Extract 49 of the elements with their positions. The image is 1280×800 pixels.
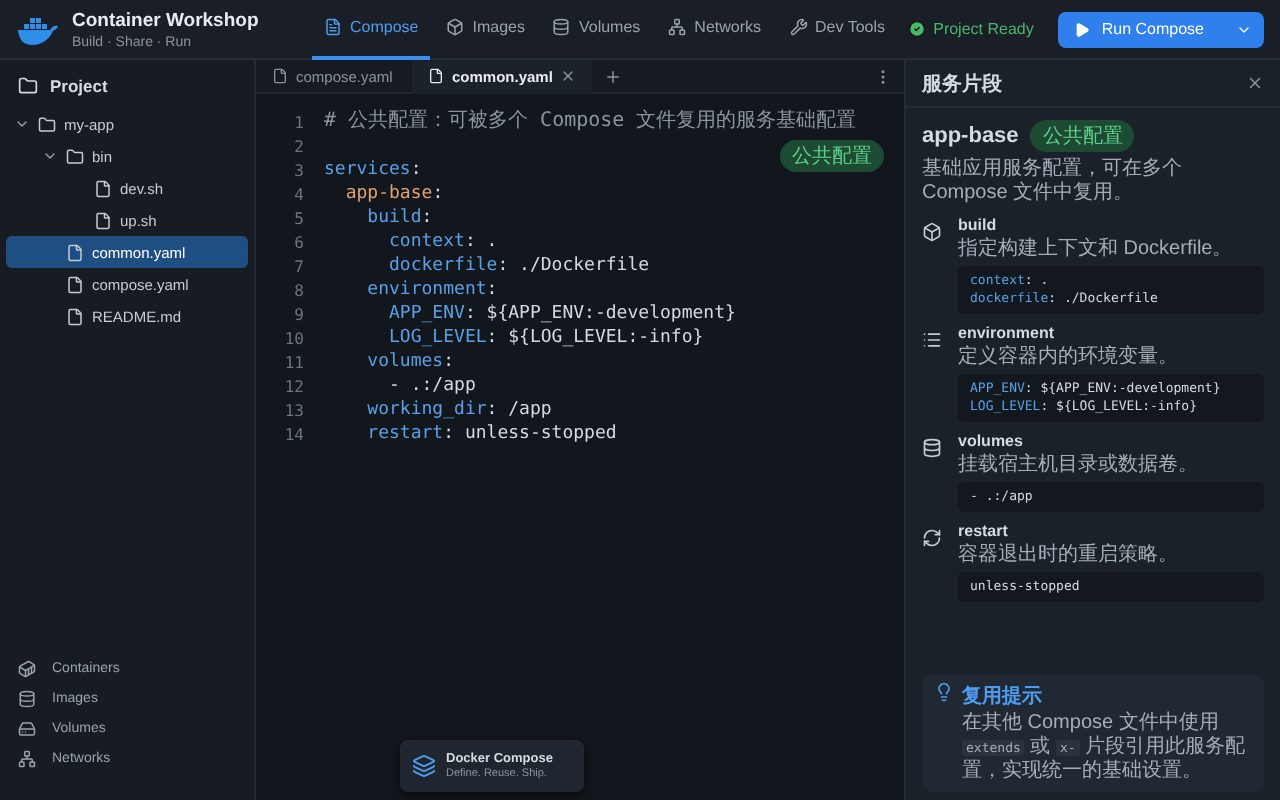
line-number: 2 (292, 137, 304, 155)
service-description: 基础应用服务配置，可在多个 Compose 文件中复用。 (922, 158, 1184, 206)
section-title: volumes (958, 432, 1025, 450)
section-description: 定义容器内的环境变量。 (958, 346, 1180, 370)
status-label: Project Ready (907, 20, 1034, 38)
section-description: 容器退出时的重启策略。 (958, 544, 1180, 568)
code-line: app-base: (343, 182, 444, 206)
line-number: 3 (292, 161, 304, 179)
line-number: 5 (292, 209, 304, 227)
run-button[interactable]: Run Compose (1057, 11, 1264, 47)
line-number: 9 (292, 305, 304, 323)
section-title: build (958, 216, 999, 234)
code-line: dockerfile: ./Dockerfile (387, 254, 650, 278)
line-number: 14 (282, 425, 304, 443)
line-number: 11 (282, 353, 304, 371)
code-line: # 公共配置：可被多个 Compose 文件复用的服务基础配置 (324, 110, 857, 134)
code-line: APP_ENV: ${APP_ENV:-development} (387, 302, 736, 326)
app-title: Container Workshop (72, 9, 261, 31)
code-line: volumes: (365, 350, 455, 374)
nav-tab[interactable]: Volumes (540, 0, 653, 59)
service-name: app-base (922, 124, 1019, 148)
line-number: 13 (282, 401, 304, 419)
section-description: 挂载宿主机目录或数据卷。 (958, 454, 1200, 478)
line-number: 7 (292, 257, 304, 275)
code-line: - .:/app (387, 374, 476, 398)
line-number: 6 (292, 233, 304, 251)
nav-tab[interactable]: Images (434, 0, 537, 59)
code-line: build: (365, 206, 433, 230)
tip-title: 复用提示 (962, 683, 1044, 710)
line-number: 4 (292, 185, 304, 203)
project-heading: Project (6, 72, 248, 100)
code-line: working_dir: /app (365, 398, 552, 422)
section-description: 指定构建上下文和 Dockerfile。 (958, 238, 1235, 262)
code-line: environment: (365, 278, 498, 302)
section-title: restart (958, 522, 1010, 540)
tag-badge: 公共配置 (780, 140, 884, 172)
code-line: LOG_LEVEL: ${LOG_LEVEL:-info} (387, 326, 704, 350)
code-line: services: (324, 158, 422, 182)
line-number: 10 (282, 329, 304, 347)
code-line: context: . (387, 230, 498, 254)
line-number: 12 (282, 377, 304, 395)
code-line: restart: unless-stopped (365, 422, 617, 446)
nav-tab[interactable]: Dev Tools (777, 0, 897, 59)
section-title: environment (958, 324, 1057, 342)
line-number: 8 (292, 281, 304, 299)
panel-title: 服务片段 (922, 71, 1002, 97)
line-number: 1 (292, 113, 304, 131)
tag-badge: 公共配置 (1030, 120, 1135, 152)
nav-tab[interactable]: Networks (656, 0, 774, 59)
